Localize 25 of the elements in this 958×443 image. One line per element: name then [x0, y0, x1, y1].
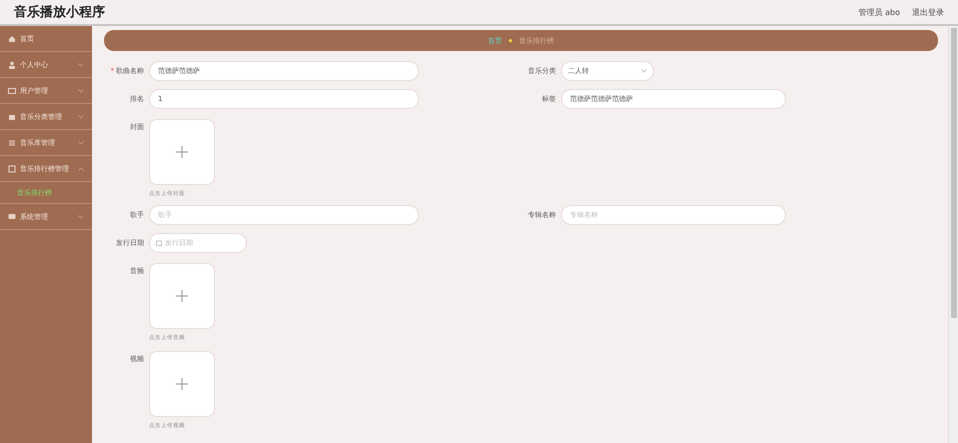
chevron-icon: [641, 69, 647, 73]
document-icon: [8, 164, 16, 172]
chevron-icon: [78, 166, 84, 170]
mail-icon: [8, 86, 16, 94]
user-icon: [8, 60, 16, 68]
chevron-icon: [78, 62, 84, 66]
plus-icon: [176, 290, 188, 302]
upload-box[interactable]: [149, 119, 215, 185]
chevron-icon: [78, 114, 84, 118]
box-icon: [8, 112, 16, 120]
logout-link[interactable]: 退出登录: [912, 6, 944, 18]
upload-box[interactable]: [149, 351, 215, 417]
plus-icon: [176, 146, 188, 158]
chat-icon: [8, 212, 16, 220]
app-title: 音乐播放小程序: [14, 4, 106, 21]
home-icon: [8, 34, 16, 42]
plus-icon: [176, 378, 188, 390]
star-icon: [507, 37, 514, 44]
calendar-icon: [156, 240, 162, 246]
chevron-icon: [78, 140, 84, 144]
chevron-icon: [78, 88, 84, 92]
chevron-icon: [78, 214, 84, 218]
list-icon: [8, 138, 16, 146]
user-name: 管理员 abo: [858, 6, 900, 18]
upload-box[interactable]: [149, 263, 215, 329]
